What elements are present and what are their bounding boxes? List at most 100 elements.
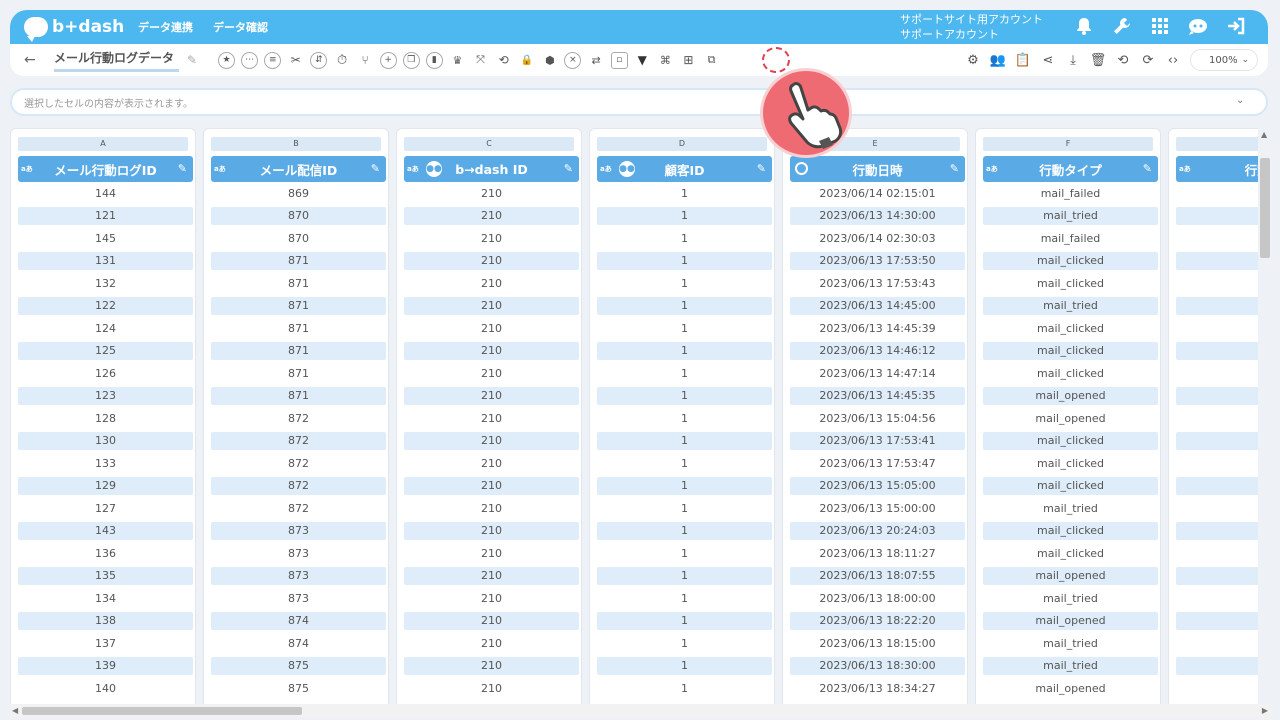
- column-letter[interactable]: B: [211, 137, 381, 151]
- table-cell[interactable]: 1: [597, 677, 772, 700]
- table-cell[interactable]: mail_clicked: [983, 251, 1158, 270]
- table-cell[interactable]: [1176, 656, 1260, 675]
- table-cell[interactable]: 210: [404, 587, 579, 610]
- table-cell[interactable]: 1: [597, 497, 772, 520]
- table-cell[interactable]: 2023/06/13 18:30:00: [790, 656, 965, 675]
- table-cell[interactable]: no: [1176, 431, 1260, 450]
- table-cell[interactable]: 1: [597, 182, 772, 205]
- table-cell[interactable]: 122: [18, 296, 193, 315]
- table-cell[interactable]: mail_tried: [983, 632, 1158, 655]
- table-cell[interactable]: 210: [404, 317, 579, 340]
- nav-data-check[interactable]: データ確認: [213, 19, 268, 35]
- edit-column-icon[interactable]: ✎: [371, 162, 380, 175]
- column-letter[interactable]: F: [983, 137, 1153, 151]
- table-cell[interactable]: mail_opened: [983, 566, 1158, 585]
- table-cell[interactable]: 2023/06/13 20:24:03: [790, 521, 965, 540]
- table-cell[interactable]: mail_clicked: [983, 341, 1158, 360]
- table-cell[interactable]: 2023/06/13 14:47:14: [790, 362, 965, 385]
- column-letter[interactable]: G: [1176, 137, 1260, 151]
- table-cell[interactable]: 210: [404, 566, 579, 585]
- table-cell[interactable]: 210: [404, 521, 579, 540]
- table-cell[interactable]: 125: [18, 341, 193, 360]
- table-cell[interactable]: [1176, 227, 1260, 250]
- edit-column-icon[interactable]: ✎: [1143, 162, 1152, 175]
- table-cell[interactable]: 2023/06/13 18:11:27: [790, 542, 965, 565]
- table-cell[interactable]: 2023/06/13 17:53:43: [790, 272, 965, 295]
- column-header[interactable]: aあ ●● b→dash ID ✎: [404, 156, 579, 182]
- edit-column-icon[interactable]: ✎: [178, 162, 187, 175]
- table-cell[interactable]: [1176, 677, 1260, 700]
- table-cell[interactable]: 873: [211, 566, 386, 585]
- table-cell[interactable]: 871: [211, 317, 386, 340]
- table-cell[interactable]: 2023/06/14 02:15:01: [790, 182, 965, 205]
- sheet-title[interactable]: メール行動ログデータ: [54, 49, 179, 72]
- more-icon[interactable]: ⋯: [238, 50, 261, 70]
- table-cell[interactable]: 869: [211, 182, 386, 205]
- table-cell[interactable]: 2023/06/13 18:00:00: [790, 587, 965, 610]
- favorite-icon[interactable]: ★: [215, 50, 238, 70]
- table-cell[interactable]: 1: [597, 251, 772, 270]
- table-cell[interactable]: [1176, 182, 1260, 205]
- table-cell[interactable]: no: [1176, 272, 1260, 295]
- table-cell[interactable]: 2023/06/13 18:07:55: [790, 566, 965, 585]
- horizontal-scroll-thumb[interactable]: [22, 707, 302, 715]
- table-cell[interactable]: mail_tried: [983, 656, 1158, 675]
- bell-icon[interactable]: [1074, 16, 1094, 36]
- table-cell[interactable]: 210: [404, 296, 579, 315]
- share-icon[interactable]: ⋖: [1039, 50, 1057, 70]
- table-cell[interactable]: no: [1176, 251, 1260, 270]
- table-cell[interactable]: [1176, 386, 1260, 405]
- branch-icon[interactable]: ⑂: [354, 50, 377, 70]
- table-cell[interactable]: 872: [211, 431, 386, 450]
- table-cell[interactable]: 872: [211, 476, 386, 495]
- table-cell[interactable]: 873: [211, 587, 386, 610]
- table-cell[interactable]: 138: [18, 611, 193, 630]
- code-icon[interactable]: ‹›: [1164, 50, 1182, 70]
- timer-icon[interactable]: ⏱: [330, 50, 353, 70]
- table-cell[interactable]: mail_clicked: [983, 521, 1158, 540]
- table-cell[interactable]: 2023/06/13 14:45:39: [790, 317, 965, 340]
- table-cell[interactable]: 2023/06/13 14:45:00: [790, 296, 965, 315]
- table-cell[interactable]: 140: [18, 677, 193, 700]
- table-cell[interactable]: [1176, 632, 1260, 655]
- crown-icon[interactable]: ♛: [446, 50, 469, 70]
- table-cell[interactable]: 1: [597, 587, 772, 610]
- table-cell[interactable]: 871: [211, 362, 386, 385]
- sync-icon[interactable]: ⟳: [1139, 50, 1157, 70]
- delete-column-icon[interactable]: ▮: [423, 50, 446, 70]
- table-cell[interactable]: 128: [18, 407, 193, 430]
- table-cell[interactable]: 874: [211, 632, 386, 655]
- table-cell[interactable]: 210: [404, 386, 579, 405]
- table-cell[interactable]: 123: [18, 386, 193, 405]
- table-cell[interactable]: 1: [597, 452, 772, 475]
- table-cell[interactable]: 1: [597, 296, 772, 315]
- table-cell[interactable]: [1176, 611, 1260, 630]
- table-cell[interactable]: 2023/06/13 18:15:00: [790, 632, 965, 655]
- table-cell[interactable]: no: [1176, 317, 1260, 340]
- table-cell[interactable]: 2023/06/14 02:30:03: [790, 227, 965, 250]
- table-cell[interactable]: 210: [404, 182, 579, 205]
- table-cell[interactable]: 2023/06/13 17:53:50: [790, 251, 965, 270]
- convert-icon[interactable]: ⇄: [585, 50, 608, 70]
- table-cell[interactable]: 210: [404, 362, 579, 385]
- table-cell[interactable]: 1: [597, 227, 772, 250]
- table-cell[interactable]: mail_clicked: [983, 431, 1158, 450]
- table-cell[interactable]: 1: [597, 317, 772, 340]
- table-cell[interactable]: mail_tried: [983, 587, 1158, 610]
- table-cell[interactable]: 210: [404, 206, 579, 225]
- box-icon[interactable]: ⬢: [538, 50, 561, 70]
- table-cell[interactable]: 127: [18, 497, 193, 520]
- table-cell[interactable]: 2023/06/13 15:00:00: [790, 497, 965, 520]
- table-cell[interactable]: 210: [404, 452, 579, 475]
- table-cell[interactable]: [1176, 566, 1260, 585]
- frame-icon[interactable]: ▫: [608, 50, 631, 70]
- edit-column-icon[interactable]: ✎: [564, 162, 573, 175]
- table-cell[interactable]: 144: [18, 182, 193, 205]
- wrench-icon[interactable]: [1112, 16, 1132, 36]
- table-cell[interactable]: [1176, 407, 1260, 430]
- table-cell[interactable]: mail_tried: [983, 296, 1158, 315]
- table-cell[interactable]: mail_clicked: [983, 272, 1158, 295]
- table-cell[interactable]: 870: [211, 206, 386, 225]
- download-icon[interactable]: ⤓: [1064, 50, 1082, 70]
- table-cell[interactable]: 210: [404, 476, 579, 495]
